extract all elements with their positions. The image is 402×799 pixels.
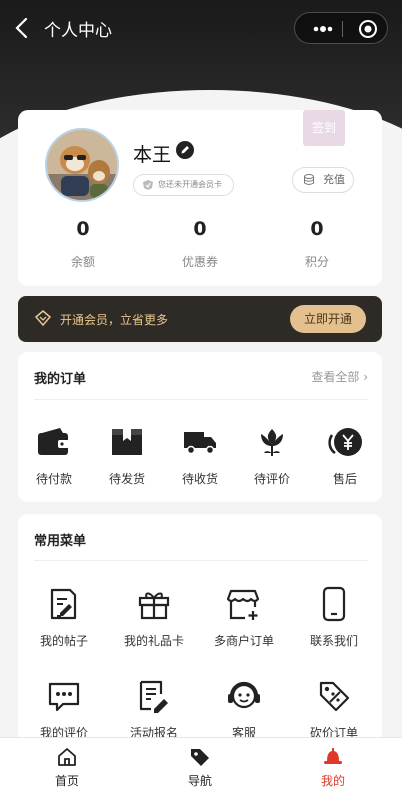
edit-pencil-icon[interactable] (175, 140, 195, 160)
order-after-sales-label: 售后 (332, 472, 357, 486)
order-pending-payment[interactable]: 待付款 (24, 424, 84, 487)
home-icon (27, 746, 107, 768)
tag-icon (160, 746, 240, 768)
menu-bargain-orders[interactable]: 砍价订单 (289, 676, 379, 741)
phone-icon (289, 584, 379, 624)
view-all-orders-link[interactable]: 查看全部 › (311, 368, 368, 385)
stat-balance[interactable]: 0 余额 (38, 218, 128, 270)
orders-card: 我的订单 查看全部 › 待付款 待发货 待收货 待评价 售后 (18, 352, 382, 502)
username: 本王 (133, 144, 172, 166)
order-pending-review-label: 待评价 (253, 472, 290, 486)
stat-points-value: 0 (310, 218, 324, 240)
comment-icon (19, 676, 109, 716)
wallet-icon (24, 424, 84, 460)
tab-navigation[interactable]: 导航 (160, 746, 240, 789)
order-pending-payment-label: 待付款 (35, 472, 72, 486)
vip-promo-text: 开通会员，立省更多 (60, 313, 169, 327)
menu-customer-service[interactable]: 客服 (199, 676, 289, 741)
order-after-sales[interactable]: 售后 (315, 424, 375, 487)
member-badge-icon (143, 180, 153, 190)
tab-home[interactable]: 首页 (27, 746, 107, 789)
menu-multi-merchant-orders[interactable]: 多商户订单 (199, 584, 289, 649)
menu-gift-card-label: 我的礼品卡 (123, 634, 184, 648)
orders-title: 我的订单 (34, 372, 87, 387)
member-status-text: 您还未开通会员卡 (158, 180, 222, 189)
stat-coupons-label: 优惠券 (181, 255, 218, 269)
member-status-pill[interactable]: 您还未开通会员卡 (133, 174, 234, 196)
tab-home-label: 首页 (54, 774, 79, 788)
navigation-bar: 个人中心 (0, 0, 402, 56)
flower-icon (242, 424, 302, 460)
menu-my-posts[interactable]: 我的帖子 (19, 584, 109, 649)
menu-multi-merchant-orders-label: 多商户订单 (213, 634, 274, 648)
menu-my-reviews[interactable]: 我的评价 (19, 676, 109, 741)
order-pending-review[interactable]: 待评价 (242, 424, 302, 487)
stat-points-label: 积分 (304, 255, 329, 269)
headset-icon (199, 676, 289, 716)
common-menu-title: 常用菜单 (34, 534, 87, 549)
checkin-button[interactable]: 签到 (303, 110, 345, 146)
box-icon (97, 424, 157, 460)
tab-mine-label: 我的 (320, 774, 345, 788)
bargain-tag-icon (289, 676, 379, 716)
vip-activate-button[interactable]: 立即开通 (290, 305, 366, 333)
common-menu-card: 常用菜单 我的帖子 我的礼品卡 多商户订单 联系我们 我的评价 活动报名 客服 … (18, 514, 382, 754)
avatar[interactable] (45, 128, 119, 202)
order-pending-shipment[interactable]: 待发货 (97, 424, 157, 487)
recharge-label: 充值 (323, 173, 345, 186)
vip-banner: 开通会员，立省更多 立即开通 (18, 296, 382, 342)
more-dots-icon[interactable] (305, 13, 341, 45)
order-pending-receipt-label: 待收货 (181, 472, 218, 486)
yen-refund-icon (315, 424, 375, 460)
stat-balance-value: 0 (76, 218, 90, 240)
capsule-divider (342, 21, 343, 37)
back-arrow-icon[interactable] (12, 14, 34, 42)
menu-contact-us[interactable]: 联系我们 (289, 584, 379, 649)
recharge-button[interactable]: 充值 (292, 167, 354, 193)
menu-gift-card[interactable]: 我的礼品卡 (109, 584, 199, 649)
coin-stack-icon (304, 174, 314, 185)
page-title: 个人中心 (44, 21, 112, 41)
miniprogram-capsule (294, 12, 388, 44)
gift-icon (109, 584, 199, 624)
profile-hat-icon (293, 746, 373, 768)
order-pending-shipment-label: 待发货 (108, 472, 145, 486)
orders-divider (34, 399, 368, 400)
close-target-icon[interactable] (353, 13, 383, 45)
truck-icon (170, 424, 230, 460)
stat-coupons-value: 0 (193, 218, 207, 240)
menu-contact-us-label: 联系我们 (309, 634, 358, 648)
profile-card: 本王 您还未开通会员卡 签到 充值 0 余额 0 优惠券 0 积分 (18, 110, 382, 286)
menu-divider (34, 560, 368, 561)
stat-balance-label: 余额 (70, 255, 95, 269)
view-all-label: 查看全部 (311, 370, 360, 384)
bottom-tab-bar: 首页 导航 我的 (0, 737, 402, 799)
tab-navigation-label: 导航 (187, 774, 212, 788)
stat-coupons[interactable]: 0 优惠券 (155, 218, 245, 270)
tab-mine[interactable]: 我的 (293, 746, 373, 789)
post-edit-icon (19, 584, 109, 624)
stat-points[interactable]: 0 积分 (272, 218, 362, 270)
order-pending-receipt[interactable]: 待收货 (170, 424, 230, 487)
menu-my-posts-label: 我的帖子 (39, 634, 88, 648)
menu-event-signup[interactable]: 活动报名 (109, 676, 199, 741)
diamond-icon (34, 310, 52, 327)
store-add-icon (199, 584, 289, 624)
signup-doc-icon (109, 676, 199, 716)
